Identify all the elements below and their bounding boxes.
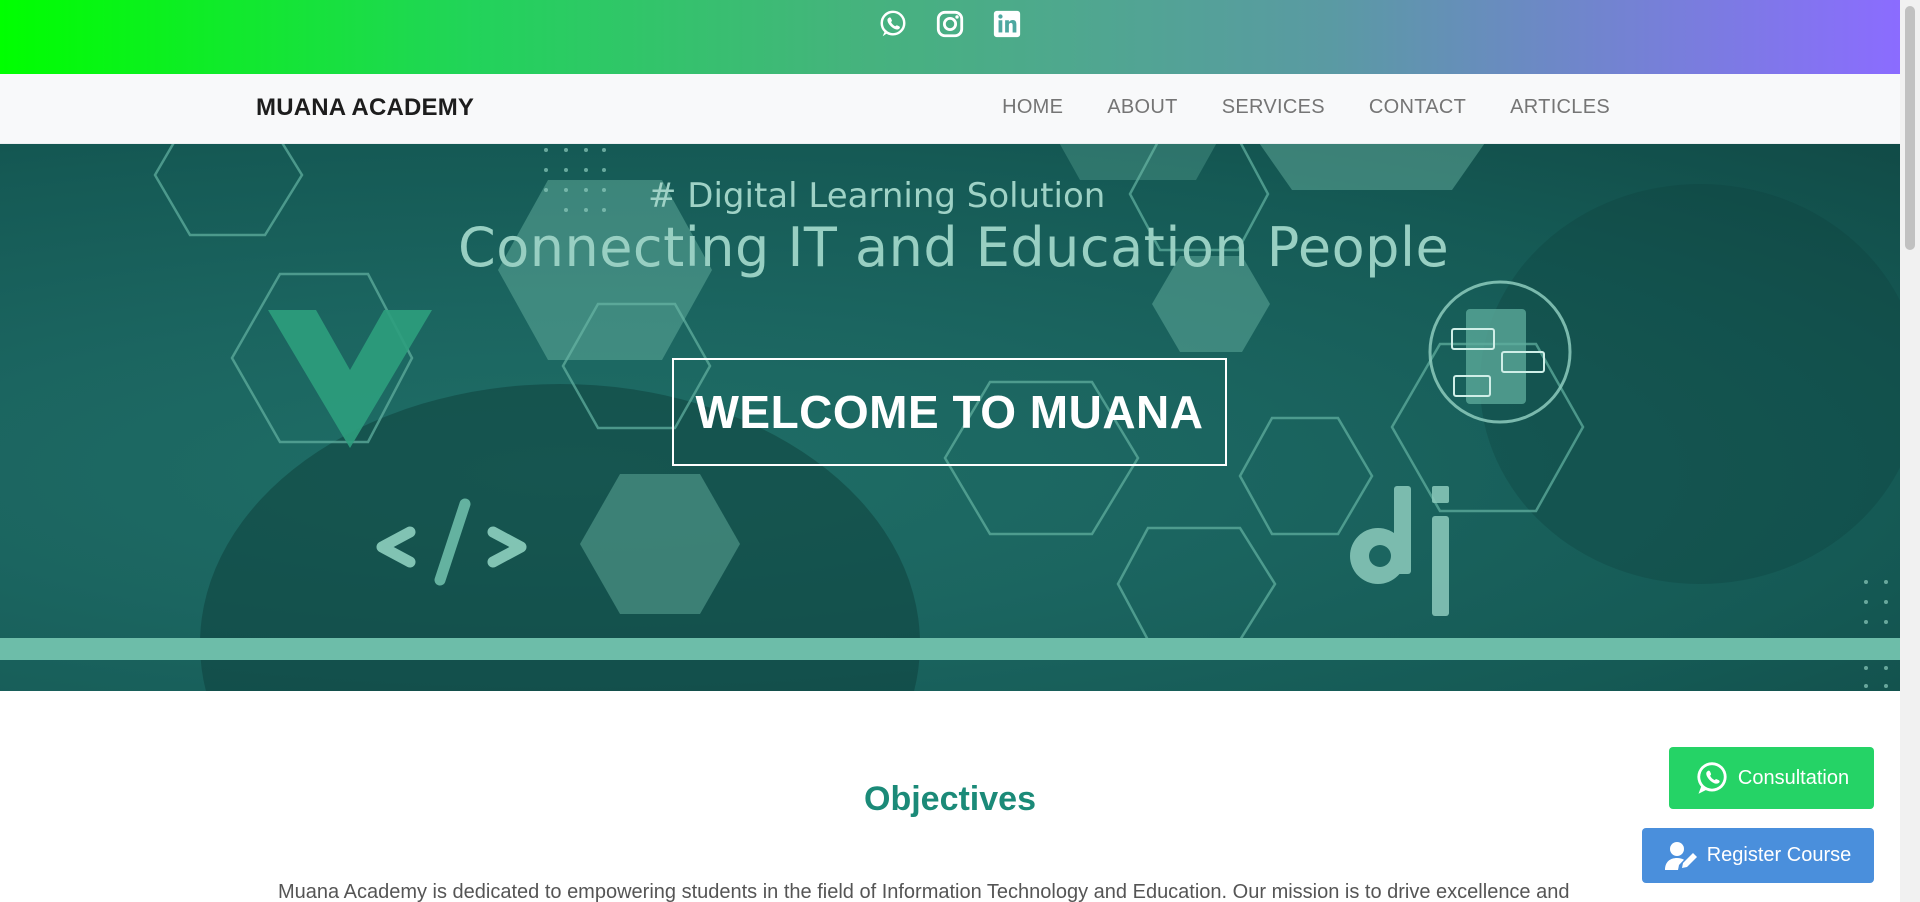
hero-tagline: Connecting IT and Education People [458,216,1450,279]
whatsapp-icon [1697,762,1727,794]
page-scrollbar[interactable] [1900,0,1920,902]
consultation-label: Consultation [1737,766,1850,789]
social-links [878,9,1022,39]
linkedin-icon[interactable] [992,9,1022,39]
register-course-button[interactable]: Register Course [1642,828,1874,883]
nav-item-articles[interactable]: ARTICLES [1510,96,1610,119]
objectives-heading: Objectives [864,780,1036,818]
welcome-text: WELCOME TO MUANA [695,386,1204,438]
nav-item-about[interactable]: ABOUT [1107,96,1177,119]
nav-item-home[interactable]: HOME [1002,96,1063,119]
scrollbar-thumb[interactable] [1905,6,1915,250]
hero-subtitle: # Digital Learning Solution [648,176,1106,216]
whatsapp-icon[interactable] [878,9,908,39]
brand-logo[interactable]: MUANA ACADEMY [256,94,474,122]
nav-item-services[interactable]: SERVICES [1222,96,1325,119]
instagram-icon[interactable] [935,9,965,39]
hero-banner: # Digital Learning Solution Connecting I… [0,144,1900,691]
consultation-button[interactable]: Consultation [1669,747,1874,809]
welcome-banner: WELCOME TO MUANA [672,358,1227,466]
navbar: MUANA ACADEMY HOME ABOUT SERVICES CONTAC… [0,74,1900,144]
register-course-label: Register Course [1706,844,1852,866]
page: MUANA ACADEMY HOME ABOUT SERVICES CONTAC… [0,0,1920,902]
main-nav: HOME ABOUT SERVICES CONTACT ARTICLES [1002,96,1610,119]
nav-item-contact[interactable]: CONTACT [1369,96,1466,119]
social-bar [0,0,1900,74]
user-edit-icon [1664,841,1697,870]
objectives-paragraph: Muana Academy is dedicated to empowering… [278,881,1570,902]
hero-divider-band [0,638,1900,660]
